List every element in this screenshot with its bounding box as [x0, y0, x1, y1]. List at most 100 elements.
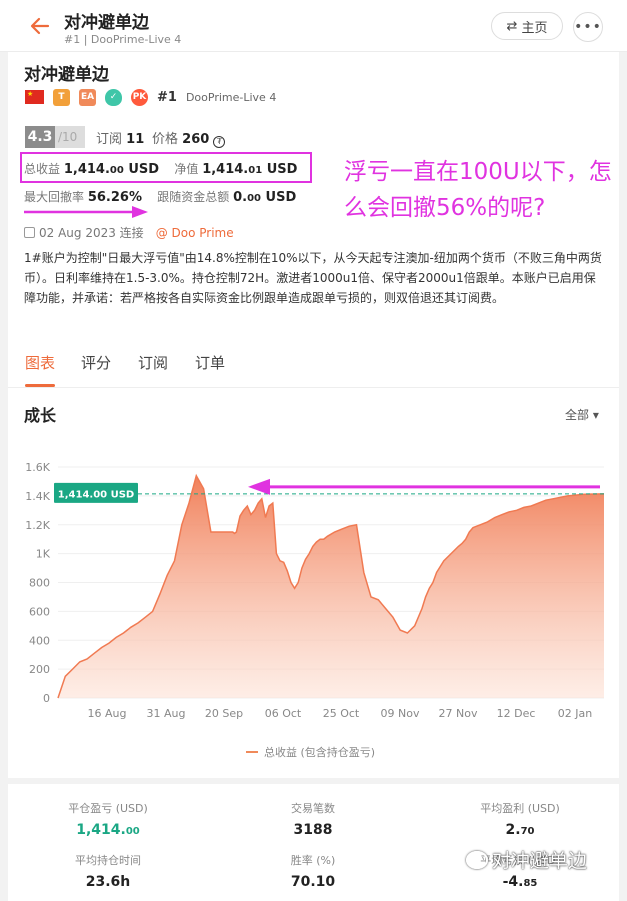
stat-avg-profit: 平均盈利 (USD) 2.70: [420, 800, 620, 838]
stat-value: 2.70: [420, 822, 620, 838]
tab-bar: 图表 评分 订阅 订单: [8, 340, 619, 388]
x-tick-label: 12 Dec: [497, 707, 536, 720]
y-tick-label: 1.2K: [25, 519, 50, 532]
growth-chart: 0 200 400 600 800 1K 1.2K 1.4K 1.6K 16 Aug 31 Aug 2…: [25, 461, 605, 720]
broker-link[interactable]: @ Doo Prime: [156, 226, 234, 240]
connect-date: 02 Aug 2023 连接: [39, 226, 144, 240]
pk-flame-icon: PK: [131, 88, 148, 106]
x-tick-label: 25 Oct: [323, 707, 360, 720]
drawdown-value: 56.26%: [87, 190, 142, 205]
stat-label: 胜率 (%): [290, 854, 336, 867]
legend-label: 总收益 (包含持仓盈亏): [264, 746, 376, 759]
y-tick-label: 800: [29, 577, 50, 590]
badge-row: T EA ✓ PK #1 DooPrime-Live 4: [25, 88, 276, 106]
stat-label: 平均持仓时间: [75, 854, 141, 867]
x-tick-label: 27 Nov: [439, 707, 478, 720]
active-tab-indicator: [25, 384, 55, 387]
y-tick-label: 400: [29, 634, 50, 647]
stat-value: 23.6h: [85, 874, 131, 890]
stat-trade-count: 交易笔数 3188: [213, 800, 413, 838]
strategy-info-card: 对冲避单边 T EA ✓ PK #1 DooPrime-Live 4 4.3 /…: [8, 52, 619, 340]
follow-main: 0.: [233, 190, 248, 205]
watermark-text: 对冲避单边: [492, 850, 588, 872]
x-tick-label: 06 Oct: [265, 707, 302, 720]
x-tick-label: 16 Aug: [88, 707, 127, 720]
strategy-description: 1#账户为控制"日最大浮亏值"由14.8%控制在10%以下，从今天起专注澳加-纽…: [24, 251, 602, 305]
stat-value-main: 2.: [505, 822, 521, 838]
follow-value: 0.00 USD: [233, 190, 296, 205]
swap-icon: ⇄: [506, 18, 518, 34]
stats-card: 平仓盈亏 (USD) 1,414.00 交易笔数 3188 平均盈利 (USD)…: [8, 784, 619, 901]
stat-closed-pnl: 平仓盈亏 (USD) 1,414.00: [8, 800, 208, 838]
y-tick-label: 0: [43, 692, 50, 705]
y-tick-label: 1.4K: [25, 490, 50, 503]
chart-legend: 总收益 (包含持仓盈亏): [246, 744, 375, 760]
rank-badge: #1: [157, 89, 177, 105]
annotation-arrow-head: [248, 478, 270, 495]
home-button-label: 主页: [521, 20, 548, 36]
drawdown-label: 最大回撤率: [24, 190, 85, 204]
highlight-box: [20, 152, 312, 183]
follow-unit: USD: [265, 190, 297, 205]
connect-date-row: 02 Aug 2023 连接 @ Doo Prime: [24, 224, 234, 241]
stat-value: -4.85: [420, 874, 620, 890]
home-button[interactable]: ⇄ 主页: [491, 12, 563, 40]
badge-ea-icon: EA: [79, 88, 96, 106]
stat-value-dec: 70: [520, 826, 535, 837]
tab-chart[interactable]: 图表: [25, 352, 55, 373]
stat-value: 3188: [293, 822, 333, 838]
coin-icon: ₮: [213, 136, 226, 148]
annotation-text: 浮亏一直在100U以下，怎么会回撤56%的呢?: [344, 159, 612, 221]
x-tick-label: 20 Sep: [205, 707, 243, 720]
tab-subscribe[interactable]: 订阅: [138, 352, 168, 373]
china-flag-icon: [25, 90, 44, 104]
stat-avg-hold-time: 平均持仓时间 23.6h: [8, 852, 208, 890]
y-tick-label: 200: [29, 663, 50, 676]
stat-value: 70.10: [290, 874, 336, 890]
stat-label: 平均盈利 (USD): [480, 802, 560, 815]
stat-value-main: 1,414.: [76, 822, 126, 838]
current-value-label: 1,414.00 USD: [58, 489, 134, 500]
nav-title: 对冲避单边: [64, 13, 149, 33]
subs-value: 11: [126, 132, 145, 147]
x-tick-label: 09 Nov: [381, 707, 420, 720]
y-tick-label: 1.6K: [25, 461, 50, 474]
series-area: [58, 475, 604, 698]
server-label: DooPrime-Live 4: [185, 90, 277, 104]
tab-orders[interactable]: 订单: [195, 352, 225, 373]
annotation-arrow-right-icon: [24, 206, 148, 218]
price-value: 260: [182, 132, 210, 147]
more-options-button[interactable]: •••: [573, 12, 603, 42]
stat-label: 交易笔数: [291, 802, 335, 815]
stat-value-dec: 00: [125, 826, 140, 837]
nav-subtitle: #1 | DooPrime-Live 4: [64, 33, 182, 46]
stat-label: 平仓盈亏 (USD): [68, 802, 148, 815]
shield-check-icon: ✓: [105, 88, 122, 106]
subs-label: 订阅: [96, 132, 123, 147]
screen: 对冲避单边 #1 | DooPrime-Live 4 ⇄ 主页 ••• 对冲避单…: [0, 0, 627, 901]
y-tick-label: 600: [29, 605, 50, 618]
wechat-icon: [466, 850, 488, 869]
follow-label: 跟随资金总额: [157, 190, 230, 204]
rating-badge: 4.3 /10: [25, 126, 85, 148]
x-tick-label: 31 Aug: [147, 707, 186, 720]
badge-t-icon: T: [53, 88, 70, 106]
price: 价格 260 ₮: [152, 128, 226, 148]
calendar-icon: [24, 227, 35, 238]
follow-dec: 00: [247, 193, 262, 204]
stat-value-main: -4.: [502, 874, 524, 890]
rating-max: /10: [58, 130, 78, 144]
drawdown-row: 最大回撤率 56.26% 跟随资金总额 0.00 USD: [24, 188, 296, 205]
y-tick-label: 1K: [36, 548, 51, 561]
back-arrow-icon[interactable]: [28, 14, 52, 38]
top-nav: 对冲避单边 #1 | DooPrime-Live 4 ⇄ 主页 •••: [0, 0, 627, 52]
stat-win-rate: 胜率 (%) 70.10: [213, 852, 413, 890]
stat-value-dec: 85: [523, 878, 538, 889]
watermark: 对冲避单边: [466, 846, 587, 873]
subscriptions: 订阅 11: [96, 128, 144, 147]
x-tick-label: 02 Jan: [558, 707, 592, 720]
tab-rating[interactable]: 评分: [81, 352, 111, 373]
strategy-title: 对冲避单边: [24, 65, 109, 85]
rating-value: 4.3: [25, 126, 55, 148]
growth-card: 成长 全部 ▾ 0 200 400 600 800 1K 1.2K 1.4K 1.6K 16 Au…: [8, 388, 619, 778]
